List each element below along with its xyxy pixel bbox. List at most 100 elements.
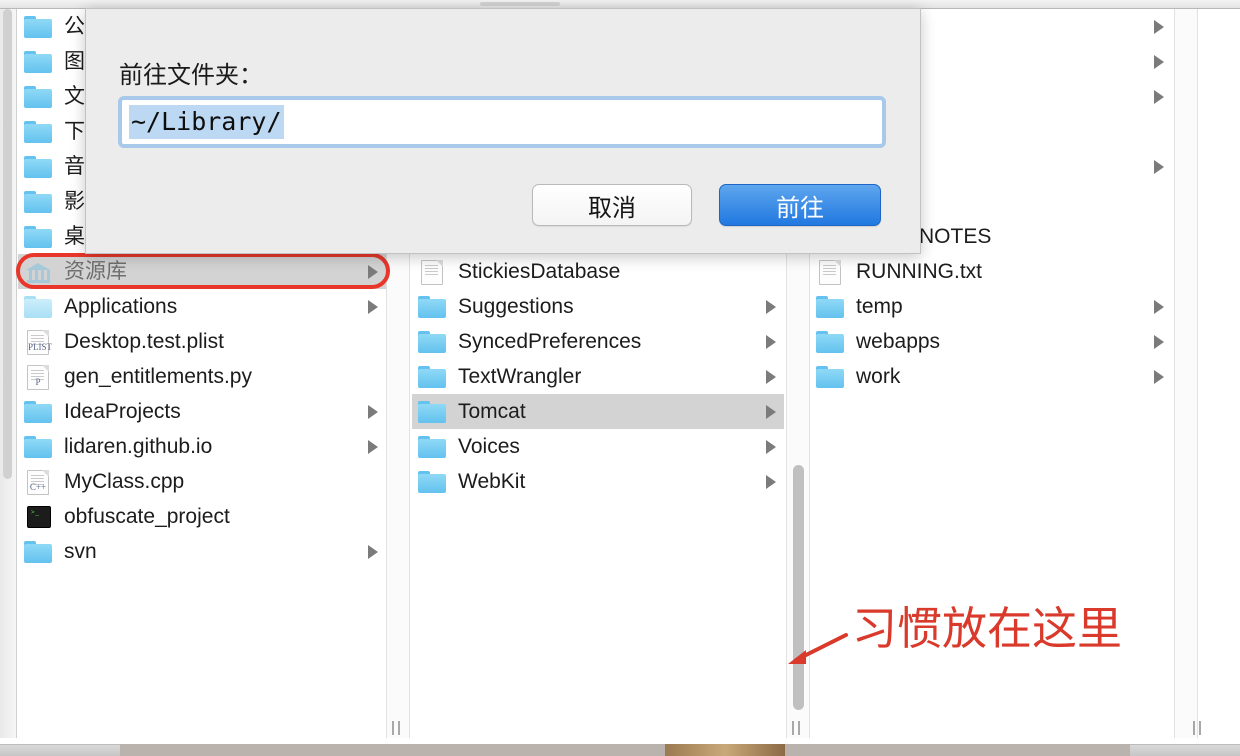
disclosure-triangle-icon[interactable] [766, 404, 776, 419]
file-row-label: Desktop.test.plist [64, 330, 224, 353]
disclosure-triangle-icon[interactable] [1154, 54, 1164, 69]
file-row[interactable]: TextWrangler [412, 359, 784, 394]
file-row[interactable]: lidaren.github.io [18, 429, 386, 464]
file-row-label: StickiesDatabase [458, 260, 621, 283]
file-row-label: IdeaProjects [64, 400, 181, 423]
go-button[interactable]: 前往 [719, 184, 881, 226]
library-icon [24, 260, 54, 284]
file-row-selected[interactable]: Tomcat [412, 394, 784, 429]
python-document-icon: P [24, 364, 54, 390]
text-document-icon [816, 259, 846, 285]
go-to-folder-dialog: 前往文件夹： ~/Library/ 取消 前往 [85, 8, 921, 254]
file-row-label: Tomcat [458, 400, 526, 423]
disclosure-triangle-icon[interactable] [368, 544, 378, 559]
disclosure-triangle-icon[interactable] [766, 334, 776, 349]
file-row-label: Suggestions [458, 295, 574, 318]
file-row-selected[interactable]: 资源库 [18, 254, 386, 289]
file-row[interactable]: webapps [810, 324, 1172, 359]
disclosure-triangle-icon[interactable] [766, 474, 776, 489]
file-row-label: lidaren.github.io [64, 435, 213, 458]
file-row-label: SyncedPreferences [458, 330, 642, 353]
file-row[interactable]: IdeaProjects [18, 394, 386, 429]
path-input-value: ~/Library/ [129, 105, 284, 139]
file-row-label: Voices [458, 435, 520, 458]
disclosure-triangle-icon[interactable] [368, 404, 378, 419]
file-row[interactable]: >_ obfuscate_project [18, 499, 386, 534]
column-resize-grip-2[interactable] [789, 720, 803, 736]
disclosure-triangle-icon[interactable] [368, 264, 378, 279]
window-scroll-thumb[interactable] [3, 9, 12, 479]
toolbar-grab-handle[interactable] [480, 2, 560, 6]
folder-desktop-icon [24, 225, 54, 249]
terminal-executable-icon: >_ [24, 505, 54, 529]
disclosure-triangle-icon[interactable] [368, 439, 378, 454]
file-row[interactable]: work [810, 359, 1172, 394]
dialog-title-label: 前往文件夹： [119, 61, 263, 89]
file-row[interactable]: RUNNING.txt [810, 254, 1172, 289]
folder-icon [418, 470, 448, 494]
file-row[interactable]: PLIST Desktop.test.plist [18, 324, 386, 359]
file-row[interactable]: temp [810, 289, 1172, 324]
cancel-button[interactable]: 取消 [532, 184, 692, 226]
window-left-scroll-rail[interactable] [0, 9, 17, 738]
file-row-label: RUNNING.txt [856, 260, 982, 283]
folder-pictures-icon [24, 50, 54, 74]
folder-icon [418, 435, 448, 459]
disclosure-triangle-icon[interactable] [766, 369, 776, 384]
disclosure-triangle-icon[interactable] [1154, 89, 1164, 104]
file-row[interactable]: Voices [412, 429, 784, 464]
disclosure-triangle-icon[interactable] [1154, 299, 1164, 314]
file-row-label: gen_entitlements.py [64, 365, 252, 388]
annotation-text: 习惯放在这里 [852, 602, 1123, 655]
plist-document-icon: PLIST [24, 329, 54, 355]
desktop-thumbnail-peek [665, 744, 785, 756]
file-row-label: webapps [856, 330, 941, 353]
file-row[interactable]: C++ MyClass.cpp [18, 464, 386, 499]
file-row[interactable]: WebKit [412, 464, 784, 499]
folder-icon [816, 295, 846, 319]
file-row-label: obfuscate_project [64, 505, 230, 528]
file-row[interactable]: Suggestions [412, 289, 784, 324]
column-divider-gutter-3 [1174, 9, 1198, 738]
file-row[interactable]: Pgen_entitlements.py [18, 359, 386, 394]
file-row-label: WebKit [458, 470, 526, 493]
file-row[interactable]: Applications [18, 289, 386, 324]
file-row[interactable]: SyncedPreferences [412, 324, 784, 359]
disclosure-triangle-icon[interactable] [766, 299, 776, 314]
desktop-background-peek [120, 744, 1130, 756]
disclosure-triangle-icon[interactable] [1154, 334, 1164, 349]
file-row-label: MyClass.cpp [64, 470, 185, 493]
path-input-focus-ring: ~/Library/ [118, 96, 886, 148]
annotation-arrow-icon [788, 633, 848, 664]
file-row-label: 资源库 [64, 260, 127, 283]
file-row-label: Applications [64, 295, 178, 318]
file-row-label: TextWrangler [458, 365, 582, 388]
folder-documents-icon [24, 85, 54, 109]
disclosure-triangle-icon[interactable] [766, 439, 776, 454]
folder-movies-icon [24, 190, 54, 214]
folder-icon [418, 365, 448, 389]
folder-icon [24, 435, 54, 459]
folder-icon [418, 330, 448, 354]
disclosure-triangle-icon[interactable] [1154, 369, 1164, 384]
blank-document-icon [418, 259, 448, 285]
file-row-label: svn [64, 540, 97, 563]
file-row-label: work [856, 365, 901, 388]
column-resize-grip-3[interactable] [1190, 720, 1204, 736]
folder-music-icon [24, 155, 54, 179]
library-column-scroll-thumb[interactable] [793, 465, 804, 710]
folder-public-icon [24, 15, 54, 39]
cpp-document-icon: C++ [24, 469, 54, 495]
folder-applications-icon [24, 295, 54, 319]
folder-icon [418, 400, 448, 424]
column-resize-grip-1[interactable] [389, 720, 403, 736]
disclosure-triangle-icon[interactable] [368, 299, 378, 314]
disclosure-triangle-icon[interactable] [1154, 159, 1164, 174]
file-row[interactable]: StickiesDatabase [412, 254, 784, 289]
path-input[interactable]: ~/Library/ [124, 102, 880, 142]
folder-icon [24, 540, 54, 564]
file-row[interactable]: svn [18, 534, 386, 569]
disclosure-triangle-icon[interactable] [1154, 19, 1164, 34]
folder-downloads-icon [24, 120, 54, 144]
folder-icon [816, 365, 846, 389]
